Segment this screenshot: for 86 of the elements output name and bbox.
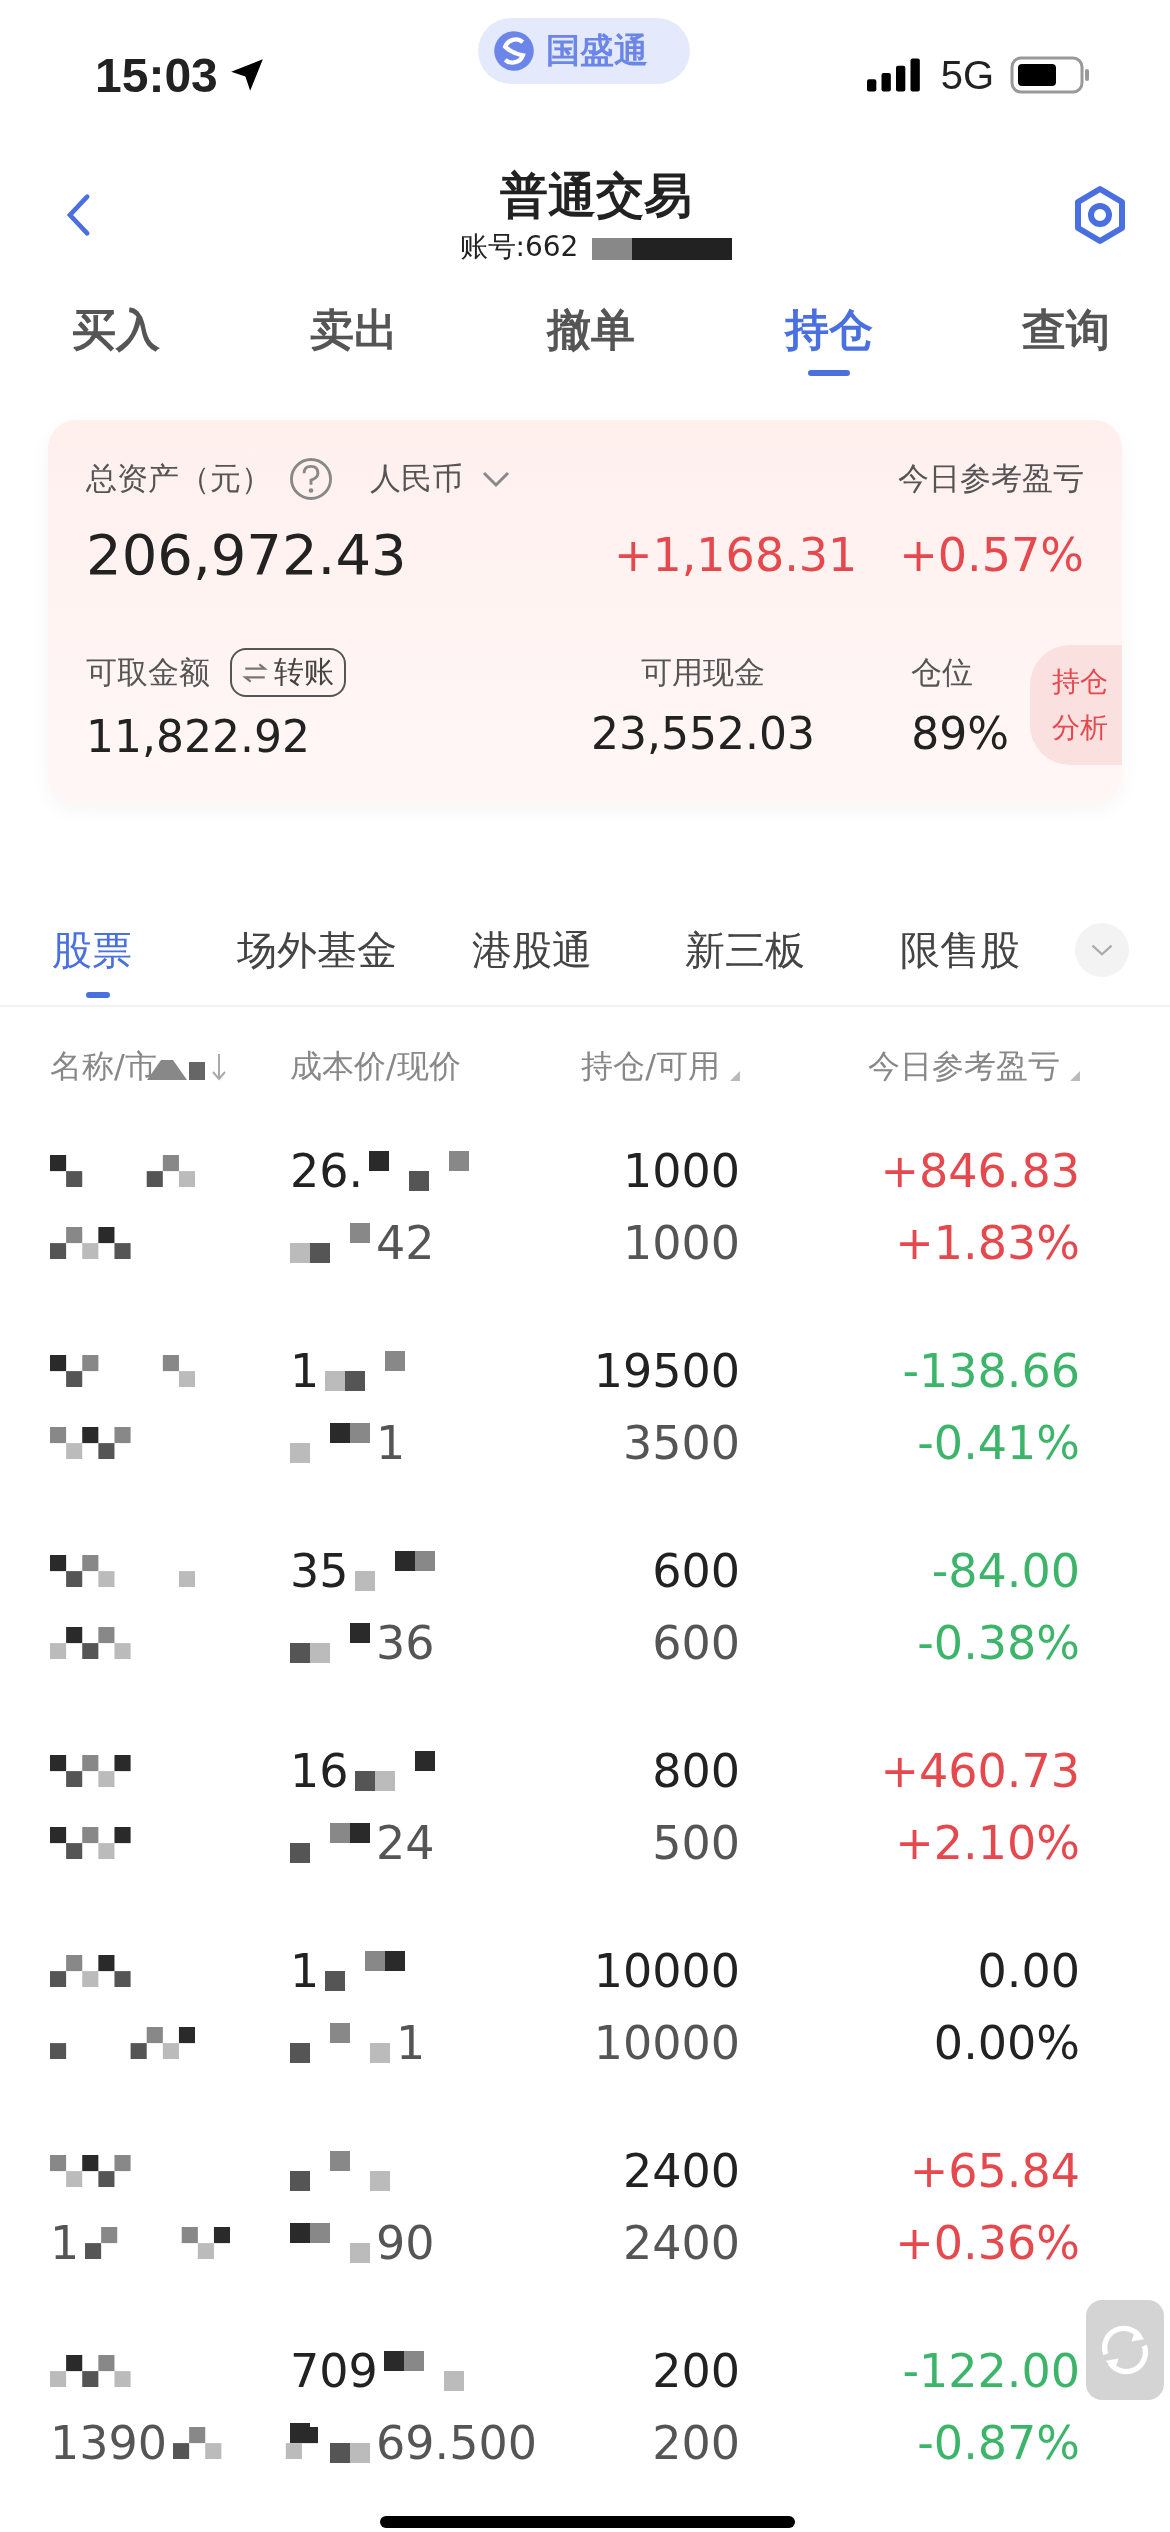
daily-pnl-percent: 0.00%	[933, 2015, 1080, 2072]
asset-tab[interactable]: 股票	[52, 900, 237, 1000]
daily-pnl: +846.83	[880, 1143, 1080, 1200]
market-value: 1390	[50, 2415, 168, 2472]
daily-pnl-percent: -0.41%	[917, 1415, 1080, 1472]
daily-pnl-label: 今日参考盈亏	[898, 459, 1084, 498]
asset-tab[interactable]: 港股通	[472, 900, 685, 1000]
daily-pnl: -138.66	[902, 1343, 1080, 1400]
column-header[interactable]: 成本价/现价	[290, 1045, 461, 1089]
cost-price: 35	[290, 1543, 349, 1600]
holding-quantity: 2400	[622, 2143, 740, 2200]
current-price: 24	[376, 1815, 435, 1872]
daily-pnl: -84.00	[931, 1543, 1080, 1600]
trade-tab[interactable]: 买入	[72, 280, 160, 380]
daily-pnl: 0.00	[977, 1943, 1080, 2000]
holding-quantity: 1000	[622, 1143, 740, 1200]
asset-tab[interactable]: 新三板	[685, 900, 900, 1000]
logo-icon	[492, 29, 536, 73]
current-price: 42	[376, 1215, 435, 1272]
app-badge: 国盛通	[478, 18, 690, 84]
holding-quantity: 800	[652, 1743, 740, 1800]
cost-price: 26.	[290, 1143, 364, 1200]
cost-price: 1	[290, 1343, 320, 1400]
page-title: 普通交易	[500, 166, 692, 225]
cost-price: 709	[290, 2343, 378, 2400]
column-header[interactable]: 名称/市	[50, 1045, 157, 1089]
help-icon[interactable]	[288, 456, 334, 502]
asset-tab[interactable]: 场外基金	[237, 900, 472, 1000]
daily-pnl-percent: -0.38%	[917, 1615, 1080, 1672]
available-quantity: 1000	[622, 1215, 740, 1272]
daily-pnl: +460.73	[880, 1743, 1080, 1800]
total-assets-label: 总资产（元）	[86, 459, 272, 498]
daily-pnl-value: +1,168.31	[613, 527, 858, 582]
holding-quantity: 19500	[593, 1343, 740, 1400]
trade-tab[interactable]: 撤单	[547, 280, 635, 380]
column-header[interactable]: 今日参考盈亏	[868, 1045, 1060, 1089]
refresh-button[interactable]	[1086, 2300, 1164, 2400]
current-price: 69.500	[376, 2415, 537, 2472]
available-quantity: 600	[652, 1615, 740, 1672]
column-header[interactable]: 持仓/可用	[581, 1045, 720, 1089]
total-assets-value: 206,972.43	[86, 522, 407, 587]
current-price: 36	[376, 1615, 435, 1672]
back-icon[interactable]	[64, 192, 92, 238]
position-value: 89%	[911, 707, 1011, 759]
current-price: 90	[376, 2215, 435, 2272]
available-quantity: 2400	[622, 2215, 740, 2272]
available-quantity: 10000	[593, 2015, 740, 2072]
market-value: 1	[50, 2215, 80, 2272]
battery-icon	[1010, 56, 1090, 94]
daily-pnl-percent: +1.83%	[895, 1215, 1080, 1272]
sort-icon[interactable]	[1070, 1071, 1080, 1081]
cost-price: 16	[290, 1743, 349, 1800]
cash-value: 23,552.03	[591, 707, 815, 759]
transfer-button[interactable]: 转账	[230, 648, 346, 697]
sort-arrow-icon[interactable]	[210, 1052, 227, 1082]
daily-pnl: +65.84	[909, 2143, 1080, 2200]
account-number: 账号:662	[459, 229, 579, 265]
position-label: 仓位	[911, 652, 975, 692]
holding-quantity: 600	[652, 1543, 740, 1600]
withdrawable-value: 11,822.92	[86, 711, 311, 762]
trade-tab[interactable]: 卖出	[309, 280, 398, 380]
trade-tab[interactable]: 查询	[1022, 280, 1110, 380]
current-price: 1	[396, 2015, 426, 2072]
chevron-down-icon	[1089, 942, 1115, 958]
daily-pnl-percent: +2.10%	[895, 1815, 1080, 1872]
withdrawable-label: 可取金额	[86, 652, 210, 692]
status-time: 15:03	[95, 47, 218, 103]
holding-quantity: 10000	[593, 1943, 740, 2000]
available-quantity: 3500	[622, 1415, 740, 1472]
holding-quantity: 200	[652, 2343, 740, 2400]
sort-icon[interactable]	[730, 1071, 740, 1081]
trade-tab[interactable]: 持仓	[784, 280, 873, 380]
currency-dropdown[interactable]: 人民币	[370, 458, 511, 500]
network-label: 5G	[940, 52, 994, 98]
available-quantity: 500	[652, 1815, 740, 1872]
daily-pnl-percent: +0.36%	[895, 2215, 1080, 2272]
chevron-down-icon	[481, 470, 511, 488]
current-price: 1	[376, 1415, 406, 1472]
swap-icon	[242, 661, 268, 684]
asset-tab[interactable]: 限售股	[900, 900, 1065, 1000]
cost-price: 1	[290, 1943, 320, 2000]
daily-pnl-percent: -0.87%	[917, 2415, 1080, 2472]
daily-pnl: -122.00	[902, 2343, 1080, 2400]
daily-pnl-percent: +0.57%	[899, 527, 1084, 582]
cash-label: 可用现金	[641, 652, 765, 692]
available-quantity: 200	[652, 2415, 740, 2472]
